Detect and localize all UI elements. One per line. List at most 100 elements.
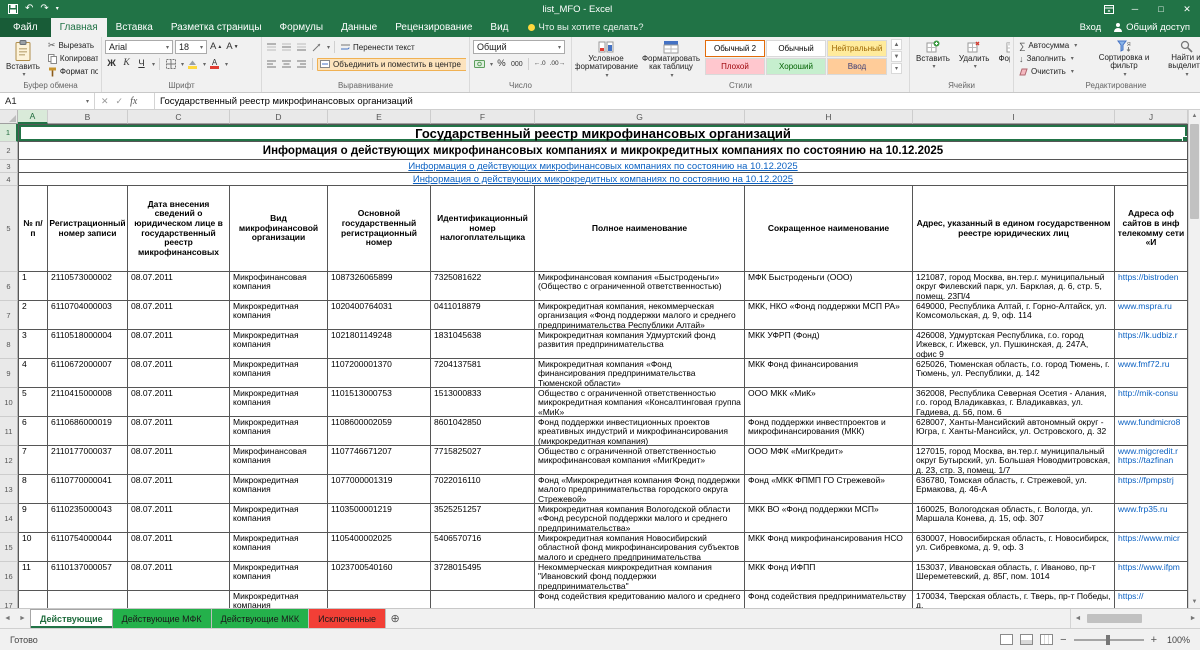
row-header-14[interactable]: 14 xyxy=(0,504,18,533)
percent-style-button[interactable]: % xyxy=(495,58,508,71)
data-cell[interactable]: 08.07.2011 xyxy=(128,388,230,417)
undo-icon[interactable]: ↶ xyxy=(25,4,33,14)
data-cell[interactable]: 1105400002025 xyxy=(328,533,431,562)
column-header-C[interactable]: C xyxy=(128,110,230,124)
column-header-B[interactable]: B xyxy=(48,110,128,124)
row-header-1[interactable]: 1 xyxy=(0,124,18,142)
table-header-cell[interactable]: Вид микрофинансовой организации xyxy=(230,186,328,272)
format-as-table-button[interactable]: Форматировать как таблицу ▾ xyxy=(640,39,702,80)
data-cell[interactable]: 7715825027 xyxy=(431,446,535,475)
data-cell[interactable]: 10 xyxy=(18,533,48,562)
data-cell[interactable]: 630007, Новосибирская область, г. Новоси… xyxy=(913,533,1115,562)
data-cell[interactable]: МКК УФРП (Фонд) xyxy=(745,330,913,359)
data-cell[interactable]: 121087, город Москва, вн.тер.г. муниципа… xyxy=(913,272,1115,301)
vertical-scrollbar[interactable]: ▲ ▼ xyxy=(1188,110,1200,608)
number-format-combo[interactable]: Общий ▾ xyxy=(473,40,565,54)
cancel-entry-icon[interactable]: ✕ xyxy=(101,96,109,107)
data-cell[interactable]: МКК Фонд финансирования xyxy=(745,359,913,388)
data-cell[interactable]: Микрокредитная компания xyxy=(230,301,328,330)
vertical-scroll-thumb[interactable] xyxy=(1190,124,1199,219)
font-size-combo[interactable]: 18 ▾ xyxy=(175,40,207,54)
column-header-I[interactable]: I xyxy=(913,110,1115,124)
data-cell[interactable]: www.frp35.ru xyxy=(1115,504,1188,533)
data-cell[interactable]: Микрокредитная компания xyxy=(230,330,328,359)
data-cell[interactable]: 6110235000043 xyxy=(48,504,128,533)
data-cell[interactable]: 160025, Вологодская область, г. Вологда,… xyxy=(913,504,1115,533)
gallery-down-icon[interactable]: ▼ xyxy=(891,51,902,62)
ribbon-tab-Формулы[interactable]: Формулы xyxy=(271,18,333,37)
data-cell[interactable] xyxy=(431,591,535,608)
data-cell[interactable]: Микрокредитная компания «Фонд финансиров… xyxy=(535,359,745,388)
bold-button[interactable]: Ж xyxy=(105,58,118,71)
align-bottom-icon[interactable] xyxy=(295,41,308,54)
zoom-in-button[interactable]: + xyxy=(1151,634,1157,646)
data-cell[interactable]: Микрокредитная компания Удмуртский фонд … xyxy=(535,330,745,359)
data-cell[interactable]: Микрокредитная компания, некоммерческая … xyxy=(535,301,745,330)
page-break-view-button[interactable] xyxy=(1040,634,1054,645)
save-icon[interactable] xyxy=(8,4,18,14)
data-cell[interactable]: 2 xyxy=(18,301,48,330)
data-cell[interactable]: 9 xyxy=(18,504,48,533)
data-cell[interactable]: 6110770000041 xyxy=(48,475,128,504)
maximize-button[interactable]: □ xyxy=(1148,0,1174,18)
data-cell[interactable]: 2110177000037 xyxy=(48,446,128,475)
share-button[interactable]: Общий доступ xyxy=(1113,22,1190,33)
row-header-10[interactable]: 10 xyxy=(0,388,18,417)
column-header-F[interactable]: F xyxy=(431,110,535,124)
scroll-left-icon[interactable]: ◄ xyxy=(1071,615,1085,622)
data-cell[interactable]: 8601042850 xyxy=(431,417,535,446)
data-cell[interactable]: Микрокредитная компания Вологодской обла… xyxy=(535,504,745,533)
data-cell[interactable]: 3728015495 xyxy=(431,562,535,591)
page-layout-view-button[interactable] xyxy=(1020,634,1034,645)
normal-view-button[interactable] xyxy=(1000,634,1014,645)
data-cell[interactable] xyxy=(128,591,230,608)
data-cell[interactable]: 1108600002059 xyxy=(328,417,431,446)
gallery-up-icon[interactable]: ▲ xyxy=(891,39,902,50)
merged-cell-row-3[interactable]: Информация о действующих микрофинансовых… xyxy=(18,160,1188,173)
table-header-cell[interactable]: Сокращенное наименование xyxy=(745,186,913,272)
sign-in-button[interactable]: Вход xyxy=(1080,22,1102,33)
scroll-down-icon[interactable]: ▼ xyxy=(1192,596,1198,608)
wrap-text-button[interactable]: Перенести текст xyxy=(339,41,417,54)
data-cell[interactable]: Фонд «Микрокредитная компания Фонд подде… xyxy=(535,475,745,504)
data-cell[interactable]: МФК Быстроденьги (ООО) xyxy=(745,272,913,301)
data-cell[interactable]: 08.07.2011 xyxy=(128,533,230,562)
row-header-15[interactable]: 15 xyxy=(0,533,18,562)
sheet-tab-Исключенные[interactable]: Исключенные xyxy=(309,609,387,628)
sheet-tab-Действующие МКК[interactable]: Действующие МКК xyxy=(211,609,310,628)
ribbon-display-options-icon[interactable] xyxy=(1096,0,1122,18)
zoom-slider-thumb[interactable] xyxy=(1105,634,1110,645)
align-left-icon[interactable] xyxy=(265,58,278,71)
data-cell[interactable]: 6110518000004 xyxy=(48,330,128,359)
data-cell[interactable]: 6110137000057 xyxy=(48,562,128,591)
data-cell[interactable]: www.fmf72.ru xyxy=(1115,359,1188,388)
data-cell[interactable]: МКК ВО «Фонд поддержки МСП» xyxy=(745,504,913,533)
data-cell[interactable]: 3525251257 xyxy=(431,504,535,533)
gallery-more-icon[interactable]: ▾ xyxy=(891,63,902,74)
decrease-decimal-button[interactable]: .00→ xyxy=(549,58,567,71)
new-sheet-button[interactable]: ⊕ xyxy=(386,609,404,628)
data-cell[interactable]: 7 xyxy=(18,446,48,475)
zoom-out-button[interactable]: − xyxy=(1060,634,1066,646)
data-cell[interactable]: 153037, Ивановская область, г. Иваново, … xyxy=(913,562,1115,591)
merge-center-button[interactable]: Объединить и поместить в центре▾ xyxy=(317,57,466,71)
data-cell[interactable]: Микрокредитная компания xyxy=(230,475,328,504)
clear-button[interactable]: Очистить ▾ xyxy=(1017,65,1091,78)
data-cell[interactable]: 08.07.2011 xyxy=(128,562,230,591)
sheet-nav-left-icon[interactable]: ◄ xyxy=(0,609,15,628)
data-cell[interactable]: 6110686000019 xyxy=(48,417,128,446)
data-cell[interactable]: http://mik-consu xyxy=(1115,388,1188,417)
data-cell[interactable]: 3 xyxy=(18,330,48,359)
data-cell[interactable]: www.mspra.ru xyxy=(1115,301,1188,330)
data-cell[interactable]: 7325081622 xyxy=(431,272,535,301)
data-cell[interactable] xyxy=(328,591,431,608)
column-header-E[interactable]: E xyxy=(328,110,431,124)
format-painter-button[interactable]: Формат по образцу xyxy=(46,65,98,78)
data-cell[interactable]: https://lk.udbiz.r xyxy=(1115,330,1188,359)
data-cell[interactable]: Микрокредитная компания xyxy=(230,417,328,446)
data-cell[interactable]: 8 xyxy=(18,475,48,504)
data-cell[interactable]: https://www.ifpm xyxy=(1115,562,1188,591)
row-header-9[interactable]: 9 xyxy=(0,359,18,388)
scroll-up-icon[interactable]: ▲ xyxy=(1192,110,1198,122)
data-cell[interactable]: 625026, Тюменская область, г.о. город Тю… xyxy=(913,359,1115,388)
